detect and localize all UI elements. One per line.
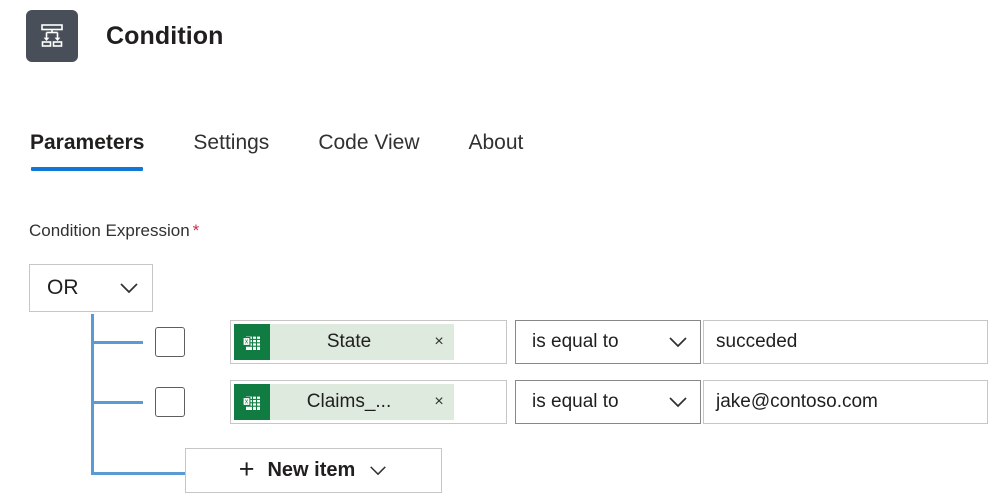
chevron-down-icon[interactable] <box>368 464 388 477</box>
token-label: State <box>270 331 424 353</box>
condition-operator-dropdown[interactable]: is equal to <box>515 380 701 424</box>
excel-icon: x <box>234 324 270 360</box>
tree-branch-line-row-2 <box>91 401 143 404</box>
condition-row: x Claims_... × is equal to jake@contoso.… <box>155 380 988 424</box>
condition-value-input[interactable]: succeded <box>703 320 988 364</box>
chevron-down-icon <box>667 335 689 349</box>
condition-operator-value: is equal to <box>532 391 667 413</box>
new-item-button[interactable]: + New item <box>185 448 442 493</box>
group-operator-value: OR <box>47 276 118 300</box>
condition-operand-field[interactable]: x Claims_... × <box>230 380 507 424</box>
chevron-down-icon <box>118 281 140 295</box>
token-label: Claims_... <box>270 391 424 413</box>
row-select-checkbox[interactable] <box>155 387 185 417</box>
token-remove-icon[interactable]: × <box>424 334 454 350</box>
tree-branch-line-new-item <box>91 472 186 475</box>
svg-text:x: x <box>245 399 249 406</box>
token-remove-icon[interactable]: × <box>424 394 454 410</box>
svg-text:x: x <box>245 339 249 346</box>
token-chip[interactable]: x Claims_... × <box>234 384 454 420</box>
condition-value-input[interactable]: jake@contoso.com <box>703 380 988 424</box>
condition-builder: OR <box>0 0 994 500</box>
excel-icon: x <box>234 384 270 420</box>
tree-trunk-line <box>91 314 94 475</box>
plus-icon: + <box>239 456 255 483</box>
group-operator-dropdown[interactable]: OR <box>29 264 153 312</box>
tree-branch-line-row-1 <box>91 341 143 344</box>
condition-operand-field[interactable]: x State × <box>230 320 507 364</box>
condition-operator-dropdown[interactable]: is equal to <box>515 320 701 364</box>
token-chip[interactable]: x State × <box>234 324 454 360</box>
row-select-checkbox[interactable] <box>155 327 185 357</box>
condition-row: x State × is equal to succeded <box>155 320 988 364</box>
condition-operator-value: is equal to <box>532 331 667 353</box>
new-item-label: New item <box>267 459 355 482</box>
chevron-down-icon <box>667 395 689 409</box>
